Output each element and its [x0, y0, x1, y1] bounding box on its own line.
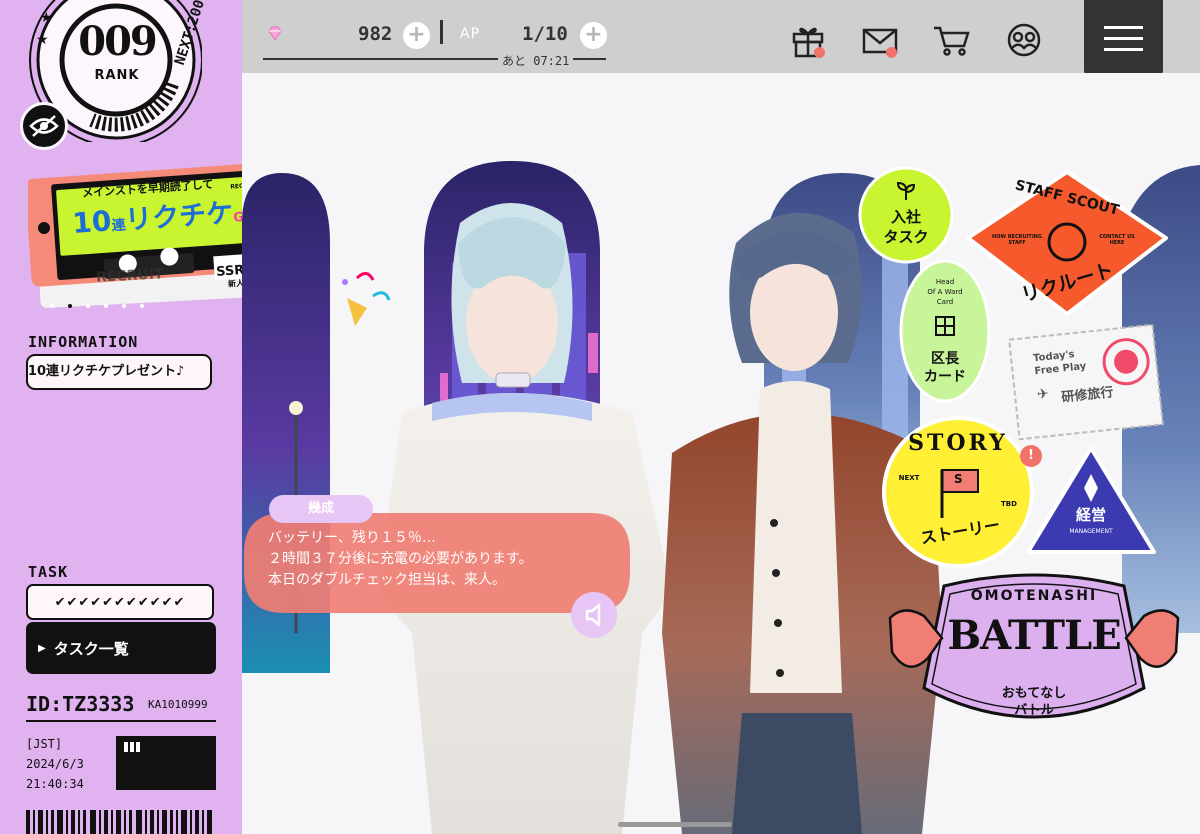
plane-icon: ✈ — [1036, 385, 1050, 404]
task-list-button[interactable]: ▶ タスク一覧 — [26, 622, 216, 674]
banner-page-dot[interactable] — [104, 304, 108, 308]
information-title: INFORMATION — [28, 333, 139, 351]
banner-page-dot[interactable] — [122, 304, 126, 308]
recruit-sticker[interactable]: STAFF SCOUT HOW RECRUITING STAFF CONTACT… — [962, 168, 1172, 318]
onboarding-task-sticker[interactable]: 入社 タスク — [858, 166, 954, 264]
banner-main: リクチケ — [124, 197, 235, 237]
banner-unit: 連 — [111, 217, 127, 235]
task-list-label: タスク一覧 — [53, 639, 129, 658]
clock-time: 21:40:34 — [26, 777, 84, 791]
menu-button[interactable] — [1084, 0, 1163, 78]
dialogue-line: 本日のダブルチェック担当は、来人。 — [268, 572, 506, 588]
map-icon — [933, 314, 957, 338]
ward-card-sticker[interactable]: Head Of A Ward Card 区長 カード — [898, 258, 992, 404]
friends-icon[interactable] — [1004, 20, 1044, 60]
clock-date: 2024/6/3 — [26, 757, 84, 771]
cart-icon[interactable] — [932, 20, 972, 60]
information-ticker-text: !10連リクチケプレゼント♪ — [26, 364, 185, 379]
ap-label: AP — [460, 26, 481, 42]
rank-label: RANK — [94, 68, 140, 83]
voice-button[interactable] — [571, 592, 617, 638]
ap-recovery-timer: あと 07:21 — [498, 52, 574, 69]
player-id: ID:TZ3333 — [26, 692, 135, 716]
svg-text:★: ★ — [40, 10, 53, 26]
player-code: KA1010999 — [148, 698, 208, 711]
add-ap-button[interactable]: + — [580, 22, 607, 49]
story-sticker[interactable]: STORY NEXT TBD S ストーリー — [880, 414, 1036, 570]
mail-notification-dot — [886, 47, 897, 58]
add-gems-button[interactable]: + — [403, 22, 430, 49]
banner-page-dot[interactable] — [140, 304, 144, 308]
gift-notification-dot — [814, 47, 825, 58]
status-panel — [116, 736, 216, 790]
ap-count: 1/10 — [522, 23, 568, 45]
sprout-icon — [894, 178, 918, 202]
gem-count: 982 — [358, 23, 393, 45]
barcode — [26, 810, 212, 834]
svg-text:★: ★ — [36, 32, 49, 48]
sidebar: ★ ★ 009 RANK NEXT:200 INFORMATION !10連リク… — [0, 0, 242, 834]
gem-icon — [265, 24, 285, 44]
play-triangle-icon: ▶ — [38, 642, 46, 654]
task-progress: ✔✔✔✔✔✔✔✔✔✔✔ — [26, 584, 214, 620]
banner-page-dot[interactable] — [50, 304, 54, 308]
resource-separator — [440, 20, 443, 44]
battle-sticker[interactable]: OMOTENASHI BATTLE おもてなし バトル — [884, 568, 1184, 734]
information-ticker[interactable]: !10連リクチケプレゼント♪ — [26, 354, 212, 390]
banner-page-dot[interactable] — [86, 304, 90, 308]
dialogue-line: ２時間３７分後に充電の必要があります。 — [268, 551, 533, 567]
flag-icon: S — [954, 472, 963, 486]
menu-icon — [1084, 0, 1163, 78]
banner-page-dot[interactable] — [68, 304, 72, 308]
speaker-name-tag: 幾成 — [269, 495, 373, 523]
id-divider — [26, 720, 216, 722]
clock-timezone: [JST] — [26, 737, 63, 751]
rank-number: 009 — [78, 18, 158, 65]
dialogue-text: バッテリー、残り１５％… ２時間３７分後に充電の必要があります。 本日のダブルチ… — [268, 528, 618, 591]
task-title: TASK — [28, 563, 69, 581]
clock: [JST] 2024/6/3 21:40:34 — [26, 734, 84, 794]
management-sticker[interactable]: 経営 MANAGEMENT — [1024, 444, 1158, 558]
home-indicator — [618, 822, 732, 827]
banner-count: 10 — [71, 204, 113, 240]
speaker-icon — [585, 603, 601, 627]
eye-slash-icon[interactable] — [20, 102, 68, 150]
dialogue-line: バッテリー、残り１５％… — [268, 530, 436, 546]
banner-page-dots — [50, 301, 170, 311]
